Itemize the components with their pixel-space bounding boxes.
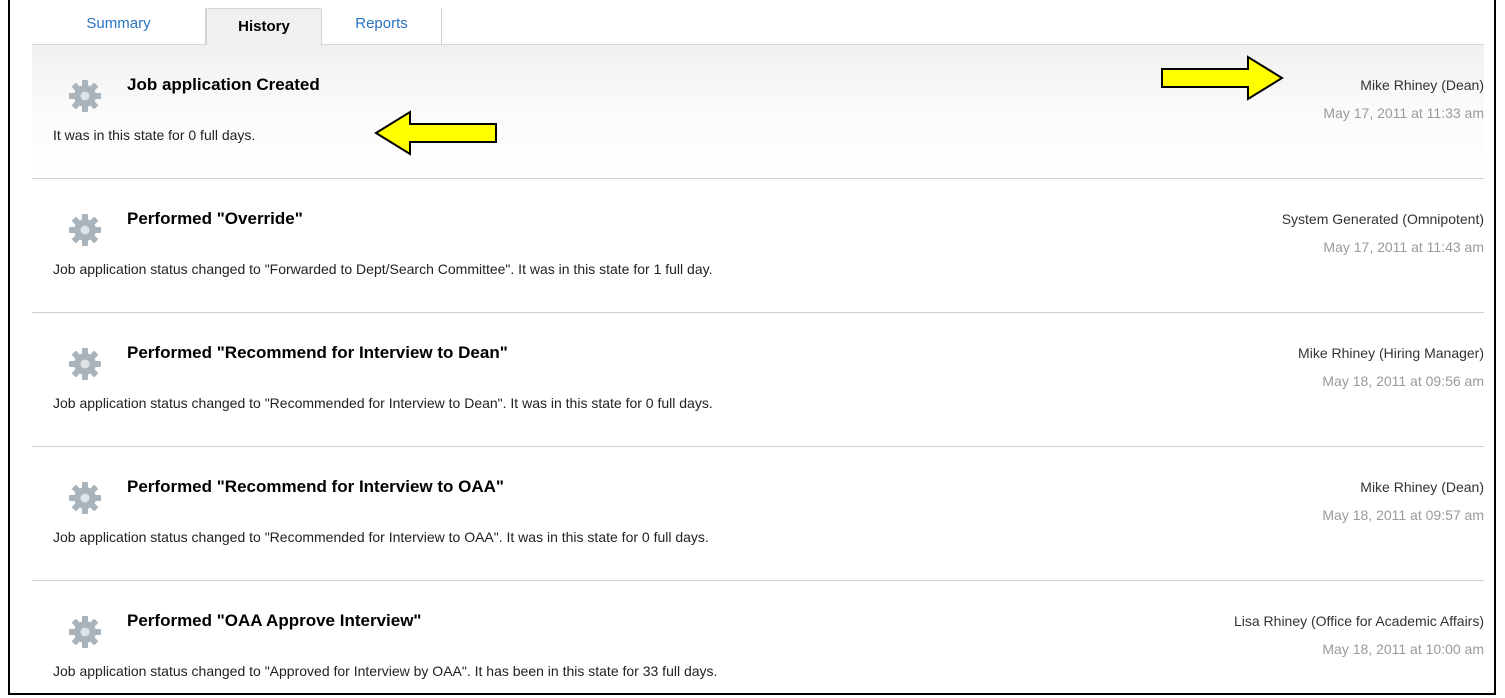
tab-reports[interactable]: Reports bbox=[322, 8, 442, 44]
entry-title: Performed "Override" bbox=[127, 209, 303, 228]
entry-timestamp: May 18, 2011 at 09:57 am bbox=[1322, 507, 1484, 523]
gear-icon bbox=[69, 80, 101, 112]
annotation-arrow-right-icon bbox=[1161, 55, 1284, 101]
history-entry: Performed "Override" Job application sta… bbox=[32, 179, 1484, 313]
history-panel: Job application Created It was in this s… bbox=[32, 44, 1484, 693]
entry-description: Job application status changed to "Appro… bbox=[53, 663, 718, 679]
history-entry: Performed "Recommend for Interview to OA… bbox=[32, 447, 1484, 581]
gear-icon bbox=[69, 348, 101, 380]
entry-title: Job application Created bbox=[127, 75, 320, 94]
history-frame: Summary History Reports Job application … bbox=[8, 0, 1496, 695]
entry-title: Performed "Recommend for Interview to De… bbox=[127, 343, 508, 362]
entry-timestamp: May 18, 2011 at 09:56 am bbox=[1322, 373, 1484, 389]
entry-actor: Mike Rhiney (Dean) bbox=[1360, 479, 1484, 495]
history-entry: Performed "OAA Approve Interview" Job ap… bbox=[32, 581, 1484, 693]
entry-actor: Mike Rhiney (Dean) bbox=[1360, 77, 1484, 93]
entry-actor: Mike Rhiney (Hiring Manager) bbox=[1298, 345, 1484, 361]
entry-timestamp: May 18, 2011 at 10:00 am bbox=[1322, 641, 1484, 657]
entry-description: Job application status changed to "Recom… bbox=[53, 529, 709, 545]
entry-description: Job application status changed to "Forwa… bbox=[53, 261, 713, 277]
entry-actor: System Generated (Omnipotent) bbox=[1281, 211, 1484, 227]
gear-icon bbox=[69, 482, 101, 514]
gear-icon bbox=[69, 616, 101, 648]
entry-timestamp: May 17, 2011 at 11:33 am bbox=[1323, 105, 1484, 121]
gear-icon bbox=[69, 214, 101, 246]
entry-title: Performed "OAA Approve Interview" bbox=[127, 611, 422, 630]
tab-history[interactable]: History bbox=[206, 8, 322, 45]
entry-description: It was in this state for 0 full days. bbox=[53, 127, 256, 143]
annotation-arrow-left-icon bbox=[374, 110, 497, 156]
history-entry: Performed "Recommend for Interview to De… bbox=[32, 313, 1484, 447]
entry-timestamp: May 17, 2011 at 11:43 am bbox=[1323, 239, 1484, 255]
tab-summary[interactable]: Summary bbox=[32, 8, 206, 44]
entry-title: Performed "Recommend for Interview to OA… bbox=[127, 477, 504, 496]
entry-actor: Lisa Rhiney (Office for Academic Affairs… bbox=[1233, 613, 1484, 629]
tab-bar: Summary History Reports bbox=[32, 8, 442, 45]
entry-description: Job application status changed to "Recom… bbox=[53, 395, 713, 411]
